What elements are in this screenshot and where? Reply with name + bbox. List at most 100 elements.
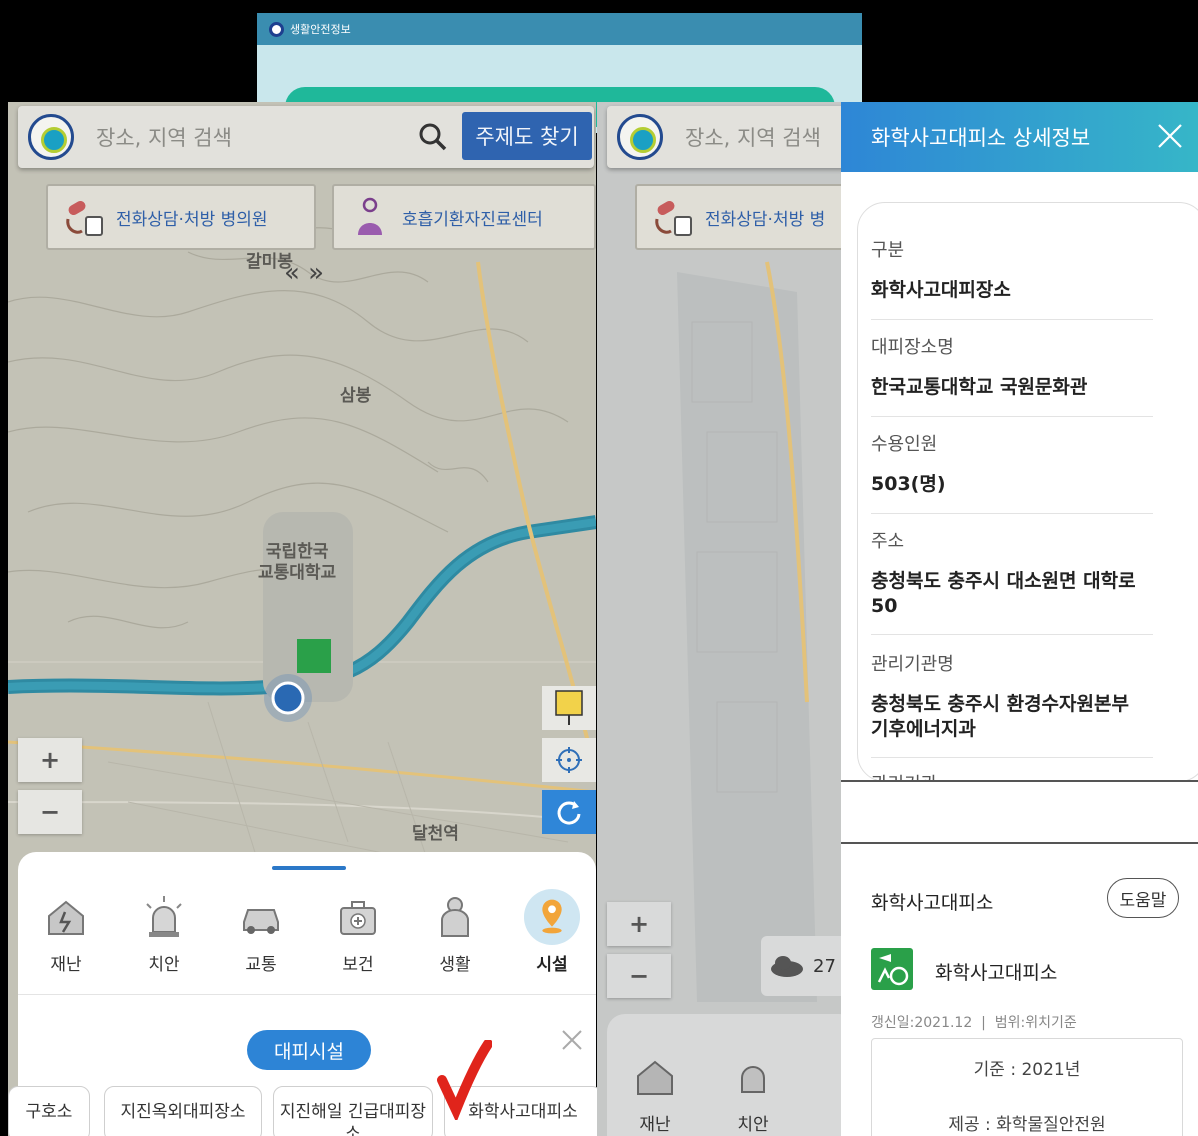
cloud-icon bbox=[771, 956, 803, 977]
field-divider bbox=[871, 757, 1153, 759]
disaster-icon bbox=[637, 1060, 673, 1095]
field-label: 주소 bbox=[871, 531, 905, 552]
facility-name: 화학사고대피소 bbox=[935, 962, 1058, 984]
chip-phone-consult-middle[interactable]: 전화상담·처방 병 bbox=[635, 184, 845, 250]
field-shelter-name: 대피장소명 한국교통대학교 국원문화관 bbox=[871, 333, 1153, 417]
refresh-button[interactable] bbox=[542, 790, 596, 834]
field-value: 503(명) bbox=[871, 473, 946, 495]
panel-separator bbox=[841, 780, 1198, 844]
chemical-shelter-icon bbox=[871, 948, 913, 990]
category-label: 생활 bbox=[439, 955, 471, 975]
app-logo-icon[interactable] bbox=[617, 114, 663, 160]
lungs-person-icon bbox=[358, 197, 382, 235]
search-input[interactable]: 장소, 지역 검색 bbox=[96, 122, 232, 152]
signboard-icon bbox=[555, 690, 583, 725]
close-icon[interactable] bbox=[560, 1028, 584, 1052]
category-label: 재난 bbox=[639, 1115, 671, 1135]
help-button[interactable]: 도움말 bbox=[1107, 878, 1179, 918]
search-bar: 장소, 지역 검색 주제도 찾기 bbox=[18, 106, 594, 168]
korea-emblem-icon bbox=[269, 21, 284, 37]
lower-section-title: 화학사고대피소 bbox=[871, 892, 994, 914]
map-label-station: 달천역 bbox=[412, 824, 459, 844]
pill-phone-icon bbox=[66, 201, 103, 236]
zoom-in-button-middle[interactable]: + bbox=[607, 902, 671, 946]
my-location-button[interactable] bbox=[542, 738, 596, 782]
zoom-out-button[interactable]: − bbox=[18, 790, 82, 834]
chip-label: 전화상담·처방 병의원 bbox=[116, 209, 268, 230]
detail-title: 화학사고대피소 상세정보 bbox=[871, 126, 1091, 150]
car-icon bbox=[243, 909, 279, 934]
crosshair-icon bbox=[556, 747, 582, 773]
category-label: 치안 bbox=[737, 1115, 769, 1135]
chip-respiratory-center[interactable]: 호흡기환자진료센터 bbox=[332, 184, 596, 250]
field-label: 관리기관명 bbox=[871, 654, 954, 675]
medical-kit-icon bbox=[340, 901, 376, 935]
theme-map-button[interactable]: 주제도 찾기 bbox=[462, 112, 592, 160]
update-meta: 갱신일:2021.12 | 범위:위치기준 bbox=[871, 1015, 1077, 1031]
field-label: 관리기관 bbox=[871, 770, 1153, 780]
close-icon[interactable] bbox=[1156, 122, 1184, 150]
field-label: 구분 bbox=[871, 240, 905, 261]
category-label: 보건 bbox=[342, 955, 374, 975]
facility-chip-relief[interactable]: 구호소 bbox=[8, 1086, 90, 1136]
field-divider bbox=[871, 512, 1153, 514]
map-legend-button[interactable] bbox=[542, 686, 596, 730]
screen: 생활안전정보 갈미봉 « » 삼봉 국립한국 교통대학교 달천역 장소, 지역 … bbox=[0, 0, 1198, 1136]
field-divider bbox=[871, 634, 1153, 636]
map-label-university: 국립한국 교통대학교 bbox=[258, 542, 337, 584]
field-address: 주소 충청북도 충주시 대소원면 대학로 50 bbox=[871, 527, 1153, 636]
zoom-out-button-middle[interactable]: − bbox=[607, 954, 671, 998]
search-icon[interactable] bbox=[418, 122, 448, 152]
chip-label: 전화상담·처방 병 bbox=[705, 209, 826, 230]
map-panel-middle[interactable]: 장소, 지역 검색 전화상담·처방 병 + − 27 재난 치안 bbox=[597, 102, 845, 1136]
siren-icon bbox=[146, 896, 182, 937]
field-label: 대피장소명 bbox=[871, 337, 954, 358]
category-facility[interactable]: 시설 bbox=[512, 888, 592, 975]
field-category: 구분 화학사고대피장소 bbox=[871, 236, 1153, 320]
app-logo-icon[interactable] bbox=[28, 114, 74, 160]
siren-icon bbox=[741, 1066, 765, 1093]
field-value: 충청북도 충주시 환경수자원본부 기후에너지과 bbox=[871, 693, 1129, 740]
zoom-in-button[interactable]: + bbox=[18, 738, 82, 782]
category-label: 시설 bbox=[536, 955, 568, 975]
category-label: 교통 bbox=[245, 955, 277, 975]
facility-chip-tsunami[interactable]: 지진해일 긴급대피장소 bbox=[273, 1086, 433, 1136]
check-mark-icon bbox=[437, 1040, 492, 1120]
field-capacity: 수용인원 503(명) bbox=[871, 430, 1153, 514]
weather-temperature: 27 bbox=[813, 955, 836, 977]
category-label: 치안 bbox=[148, 955, 180, 975]
pill-phone-icon bbox=[655, 201, 692, 236]
chip-phone-consult-clinic[interactable]: 전화상담·처방 병의원 bbox=[46, 184, 316, 250]
collapse-chevrons-icon[interactable]: « » bbox=[284, 258, 324, 288]
source-info-box: 기준 : 2021년 제공 : 화학물질안전원 bbox=[871, 1038, 1183, 1136]
category-life[interactable]: 생활 bbox=[415, 894, 495, 975]
background-window-title: 생활안전정보 bbox=[290, 23, 351, 36]
category-disaster[interactable]: 재난 bbox=[26, 894, 106, 975]
field-managing-agency: 관리기관명 충청북도 충주시 환경수자원본부 기후에너지과 bbox=[871, 650, 1153, 759]
provider: 제공 : 화학물질안전원 bbox=[948, 1115, 1106, 1135]
weather-widget[interactable]: 27 bbox=[761, 936, 845, 996]
disaster-icon bbox=[48, 900, 84, 935]
sheet-handle[interactable] bbox=[272, 866, 346, 870]
category-health[interactable]: 보건 bbox=[318, 894, 398, 975]
search-input-middle[interactable]: 장소, 지역 검색 bbox=[685, 122, 821, 152]
detail-header: 화학사고대피소 상세정보 bbox=[841, 102, 1198, 172]
field-value: 한국교통대학교 국원문화관 bbox=[871, 376, 1088, 398]
field-divider bbox=[871, 318, 1153, 320]
field-value: 화학사고대피장소 bbox=[871, 279, 1011, 301]
category-security[interactable]: 치안 bbox=[124, 894, 204, 975]
map-label-sambong: 삼봉 bbox=[340, 386, 372, 406]
search-bar-middle: 장소, 지역 검색 bbox=[607, 106, 845, 168]
sheet-divider bbox=[18, 994, 596, 995]
bottom-sheet-middle: 재난 치안 bbox=[607, 1014, 845, 1136]
facility-chip-earthquake-outdoor[interactable]: 지진옥외대피장소 bbox=[104, 1086, 262, 1136]
chip-label: 호흡기환자진료센터 bbox=[402, 209, 543, 230]
field-label: 수용인원 bbox=[871, 434, 938, 455]
background-window-titlebar: 생활안전정보 bbox=[257, 13, 862, 45]
category-disaster-middle[interactable]: 재난 bbox=[615, 1054, 695, 1135]
category-security-middle[interactable]: 치안 bbox=[713, 1054, 793, 1135]
category-traffic[interactable]: 교통 bbox=[221, 894, 301, 975]
evacuation-facilities-button[interactable]: 대피시설 bbox=[247, 1030, 371, 1070]
field-divider bbox=[871, 415, 1153, 417]
refresh-icon bbox=[557, 801, 581, 825]
